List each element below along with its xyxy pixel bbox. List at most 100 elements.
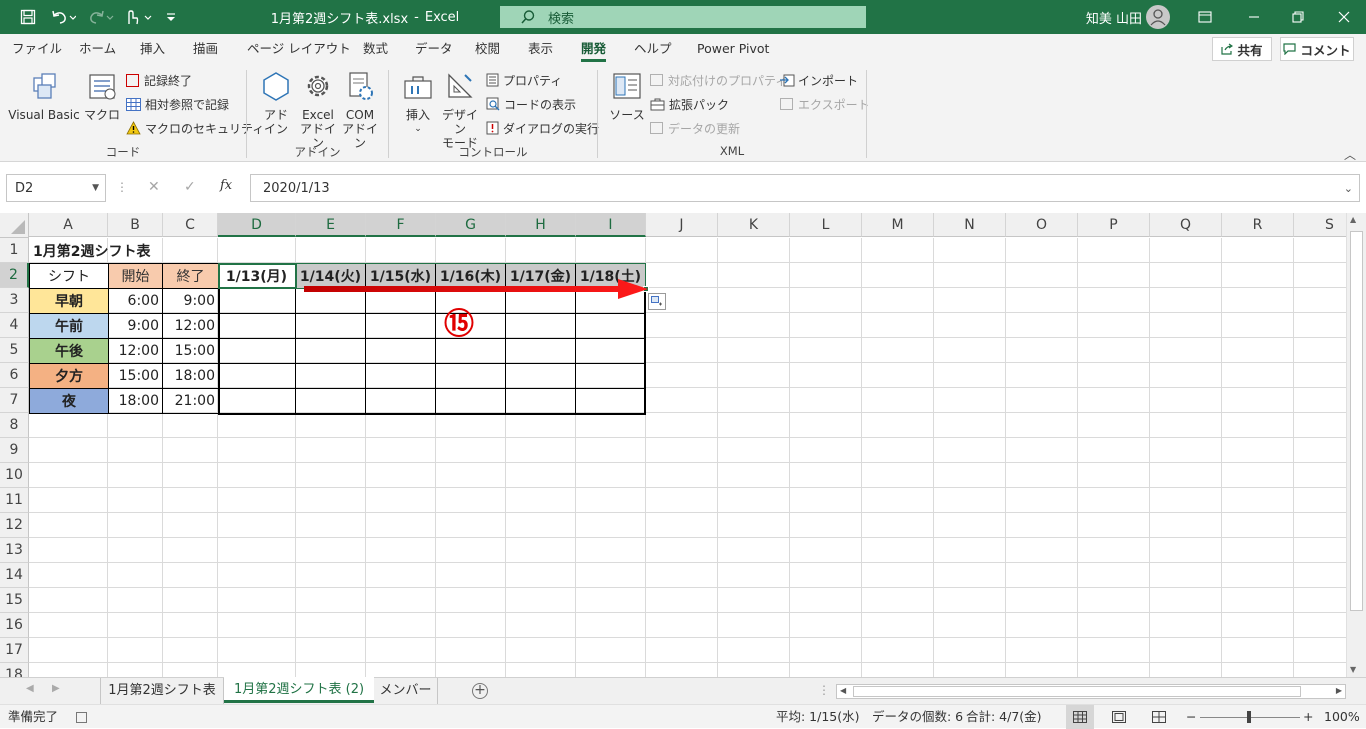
schedule-cell[interactable] (506, 313, 576, 338)
schedule-cell[interactable] (218, 388, 296, 413)
record-macro-button[interactable]: 記録終了 (126, 70, 192, 90)
visual-basic-button[interactable]: Visual Basic (8, 68, 80, 122)
shift-name[interactable]: 夜 (29, 388, 109, 414)
row-header-17[interactable]: 17 (0, 638, 29, 663)
row-header-11[interactable]: 11 (0, 488, 29, 513)
schedule-cell[interactable] (366, 363, 436, 388)
com-addin-button[interactable]: COM アドイン (340, 68, 380, 150)
row-header-2[interactable]: 2 (0, 263, 29, 288)
insert-function-button[interactable]: fx (220, 178, 232, 193)
row-header-15[interactable]: 15 (0, 588, 29, 613)
page-layout-view-icon[interactable] (1112, 711, 1126, 726)
restore-icon[interactable] (1276, 0, 1320, 34)
minimize-icon[interactable] (1232, 0, 1276, 34)
sheet-tab-1[interactable]: 1月第2週シフト表 (100, 678, 224, 704)
export-button[interactable]: エクスポート (780, 94, 870, 114)
search-box[interactable]: 検索 (500, 6, 866, 28)
import-button[interactable]: インポート (780, 70, 858, 90)
select-all-button[interactable] (0, 213, 29, 238)
schedule-cell[interactable] (576, 338, 646, 363)
zoom-level[interactable]: 100% (1324, 705, 1360, 729)
column-header-j[interactable]: J (646, 213, 718, 237)
normal-view-icon[interactable] (1066, 705, 1094, 729)
zoom-out-icon[interactable]: − (1186, 705, 1196, 729)
shift-end[interactable]: 18:00 (162, 363, 219, 389)
save-icon[interactable] (14, 0, 42, 34)
schedule-cell[interactable] (218, 313, 296, 338)
zoom-slider-thumb[interactable] (1247, 711, 1251, 723)
column-header-o[interactable]: O (1006, 213, 1078, 237)
scroll-up-icon[interactable]: ▲ (1350, 215, 1356, 224)
column-header-d[interactable]: D (218, 213, 296, 237)
row-header-6[interactable]: 6 (0, 363, 29, 388)
ribbon-display-options-icon[interactable] (1186, 0, 1224, 34)
tab-view[interactable]: 表示 (528, 34, 553, 64)
formula-input[interactable]: 2020/1/13 ⌄ (250, 174, 1360, 202)
zoom-in-icon[interactable]: + (1303, 705, 1313, 729)
header-shift[interactable]: シフト (29, 263, 109, 289)
schedule-cell[interactable] (296, 313, 366, 338)
tab-split-grip-icon[interactable]: ⋮ (818, 683, 830, 697)
cancel-icon[interactable]: ✕ (148, 179, 160, 195)
schedule-cell[interactable] (506, 388, 576, 413)
row-header-10[interactable]: 10 (0, 463, 29, 488)
shift-name[interactable]: 午前 (29, 313, 109, 339)
scroll-thumb[interactable] (1350, 231, 1363, 611)
tab-developer[interactable]: 開発 (581, 34, 607, 64)
shift-name[interactable]: 夕方 (29, 363, 109, 389)
column-header-m[interactable]: M (862, 213, 934, 237)
tab-home[interactable]: ホーム (79, 34, 116, 64)
h-scroll-thumb[interactable] (853, 686, 1301, 697)
schedule-cell[interactable] (296, 338, 366, 363)
column-header-f[interactable]: F (366, 213, 436, 237)
shift-end[interactable]: 12:00 (162, 313, 219, 339)
count-status[interactable]: データの個数: 6 (872, 705, 963, 729)
page-break-view-icon[interactable] (1152, 711, 1166, 726)
column-header-g[interactable]: G (436, 213, 506, 237)
tab-help[interactable]: ヘルプ (634, 34, 672, 64)
schedule-cell[interactable] (296, 363, 366, 388)
shift-start[interactable]: 18:00 (108, 388, 163, 414)
macro-button[interactable]: マクロ (84, 68, 120, 122)
sum-status[interactable]: 合計: 4/7(金) (966, 705, 1042, 729)
column-header-l[interactable]: L (790, 213, 862, 237)
redo-icon[interactable] (84, 0, 118, 34)
row-header-8[interactable]: 8 (0, 413, 29, 438)
row-header-14[interactable]: 14 (0, 563, 29, 588)
scroll-left-icon[interactable]: ◀ (840, 686, 846, 695)
insert-control-button[interactable]: 挿入 ⌄ (398, 68, 438, 136)
addin-button[interactable]: アド イン (256, 68, 296, 136)
add-sheet-icon[interactable]: + (472, 683, 488, 699)
expansion-pack-button[interactable]: 拡張パック (650, 94, 729, 114)
row-header-1[interactable]: 1 (0, 238, 29, 263)
shift-name[interactable]: 早朝 (29, 288, 109, 314)
sheet-tab-2[interactable]: 1月第2週シフト表 (2) (224, 677, 374, 703)
header-start[interactable]: 開始 (108, 263, 163, 289)
run-dialog-button[interactable]: ダイアログの実行 (486, 118, 599, 138)
schedule-cell[interactable] (576, 388, 646, 413)
tab-insert[interactable]: 挿入 (140, 34, 165, 64)
touch-mode-icon[interactable] (120, 0, 156, 34)
shift-start[interactable]: 9:00 (108, 313, 163, 339)
shift-end[interactable]: 15:00 (162, 338, 219, 364)
row-header-18[interactable]: 18 (0, 663, 29, 677)
header-end[interactable]: 終了 (162, 263, 219, 289)
schedule-cell[interactable] (218, 363, 296, 388)
column-header-k[interactable]: K (718, 213, 790, 237)
avatar[interactable] (1144, 0, 1172, 34)
share-button[interactable]: 共有 (1212, 37, 1272, 61)
customize-qat-icon[interactable] (160, 0, 182, 34)
schedule-cell[interactable] (218, 288, 296, 313)
worksheet-grid[interactable]: ABCDEFGHIJKLMNOPQRS 1 2 3 4 5 6 7 8 9 10 11 12 13 14 1… (0, 213, 1346, 677)
user-name[interactable]: 知美 山田 (1076, 0, 1142, 34)
column-header-q[interactable]: Q (1150, 213, 1222, 237)
row-header-13[interactable]: 13 (0, 538, 29, 563)
sheet-tab-3[interactable]: メンバー (374, 678, 438, 704)
row-header-3[interactable]: 3 (0, 288, 29, 313)
row-header-5[interactable]: 5 (0, 338, 29, 363)
enter-icon[interactable]: ✓ (184, 179, 196, 195)
row-header-16[interactable]: 16 (0, 613, 29, 638)
scroll-right-icon[interactable]: ▶ (1336, 686, 1342, 695)
column-header-b[interactable]: B (108, 213, 163, 237)
collapse-ribbon-icon[interactable]: ︿ (1344, 146, 1356, 163)
